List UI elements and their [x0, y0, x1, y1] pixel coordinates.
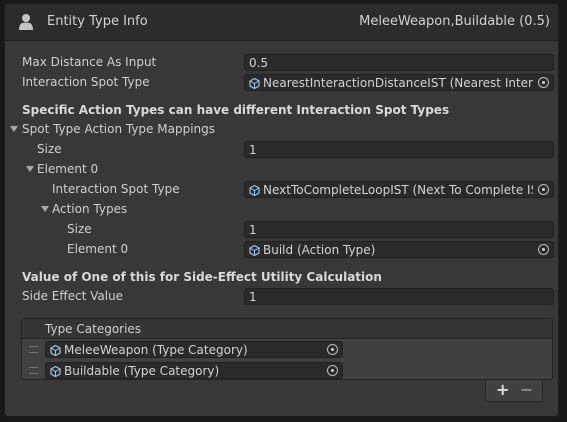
action-types-size-field[interactable]: 1	[244, 221, 554, 238]
mapping-element-foldout[interactable]: Element 0	[37, 162, 98, 176]
type-categories-header[interactable]: Type Categories	[22, 319, 552, 339]
element-spot-type-label: Interaction Spot Type	[52, 182, 180, 196]
action-types-size-label: Size	[67, 222, 92, 236]
foldout-arrow-icon[interactable]	[10, 126, 18, 132]
action-element-label: Element 0	[67, 242, 129, 256]
remove-item-button[interactable]: −	[520, 382, 533, 398]
scriptable-object-icon	[50, 345, 61, 356]
foldout-arrow-icon[interactable]	[26, 166, 34, 172]
type-category-label: MeleeWeapon (Type Category)	[64, 343, 248, 357]
add-item-button[interactable]: +	[496, 382, 509, 398]
component-header[interactable]: Entity Type Info MeleeWeapon,Buildable (…	[5, 4, 558, 41]
side-effect-heading: Value of One of this for Side-Effect Uti…	[22, 270, 382, 284]
object-picker-icon[interactable]	[538, 77, 549, 88]
element-spot-type-value: NextToCompleteLoopIST (Next To Complete …	[263, 183, 533, 197]
action-element-value: Build (Action Type)	[263, 243, 376, 257]
object-picker-icon[interactable]	[327, 365, 338, 376]
object-picker-icon[interactable]	[538, 184, 549, 195]
drag-handle-icon[interactable]	[29, 367, 38, 374]
max-distance-field[interactable]: 0.5	[244, 54, 554, 71]
mappings-size-label: Size	[37, 142, 62, 156]
side-effect-field[interactable]: 1	[244, 288, 554, 305]
max-distance-label: Max Distance As Input	[22, 55, 157, 69]
object-picker-icon[interactable]	[327, 344, 338, 355]
person-icon	[19, 14, 33, 30]
type-categories-title: Type Categories	[45, 322, 142, 336]
component-title: Entity Type Info	[47, 14, 148, 29]
foldout-arrow-icon[interactable]	[41, 206, 49, 212]
spot-type-mappings-foldout[interactable]: Spot Type Action Type Mappings	[22, 122, 215, 136]
action-element-field[interactable]: Build (Action Type)	[244, 241, 554, 258]
object-picker-icon[interactable]	[538, 244, 549, 255]
list-footer: + −	[485, 380, 543, 402]
action-types-size-value: 1	[249, 223, 257, 237]
max-distance-value: 0.5	[249, 56, 269, 70]
spot-mapping-heading: Specific Action Types can have different…	[22, 103, 450, 117]
scriptable-object-icon	[249, 245, 260, 256]
entity-type-info-inspector: Entity Type Info MeleeWeapon,Buildable (…	[4, 3, 559, 417]
type-category-label: Buildable (Type Category)	[64, 364, 220, 378]
interaction-spot-type-value: NearestInteractionDistanceIST (Nearest I…	[263, 76, 533, 90]
interaction-spot-type-label: Interaction Spot Type	[22, 75, 150, 89]
scriptable-object-icon	[249, 185, 260, 196]
scriptable-object-icon	[50, 366, 61, 377]
action-types-foldout[interactable]: Action Types	[52, 202, 127, 216]
drag-handle-icon[interactable]	[29, 346, 38, 353]
scriptable-object-icon	[249, 78, 260, 89]
type-category-item[interactable]: MeleeWeapon (Type Category)	[45, 341, 343, 358]
element-spot-type-field[interactable]: NextToCompleteLoopIST (Next To Complete …	[244, 181, 554, 198]
mappings-size-field[interactable]: 1	[244, 141, 554, 158]
type-category-item[interactable]: Buildable (Type Category)	[45, 362, 343, 379]
type-categories-list: Type Categories MeleeWeapon (Type Catego…	[21, 318, 553, 380]
mappings-size-value: 1	[249, 143, 257, 157]
side-effect-value: 1	[249, 290, 257, 304]
interaction-spot-type-field[interactable]: NearestInteractionDistanceIST (Nearest I…	[244, 74, 554, 91]
side-effect-label: Side Effect Value	[22, 289, 124, 303]
component-summary: MeleeWeapon,Buildable (0.5)	[359, 14, 550, 29]
